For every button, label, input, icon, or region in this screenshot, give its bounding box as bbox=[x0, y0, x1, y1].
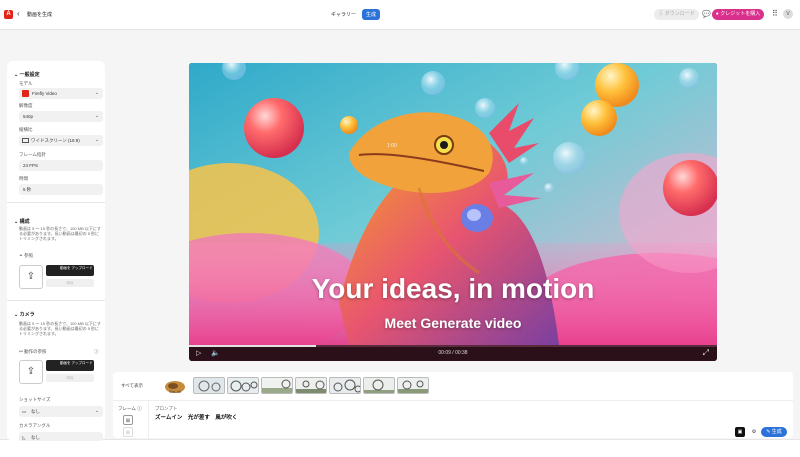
composition-header[interactable]: ⌄ 構成 bbox=[14, 218, 30, 225]
bubble-thumbnail bbox=[262, 378, 292, 393]
progress-track[interactable] bbox=[189, 345, 717, 347]
generate-button[interactable]: ✎ 生成 bbox=[761, 427, 787, 437]
divider bbox=[7, 300, 105, 301]
model-select[interactable]: Firefly Video ⌄ bbox=[19, 88, 103, 99]
upload-icon: ⇪ bbox=[26, 271, 36, 282]
bubble-thumbnail bbox=[364, 378, 394, 393]
settings-icon[interactable]: ⚙ bbox=[749, 427, 759, 437]
divider bbox=[7, 202, 105, 203]
camera-header[interactable]: ⌄ カメラ bbox=[14, 311, 35, 318]
settings-sidebar: ⌄ 一般設定 モデル Firefly Video ⌄ 解像度 540p ⌄ 縦横比 … bbox=[7, 61, 105, 441]
upload-video-button[interactable]: 動画を アップロード bbox=[46, 265, 94, 276]
fps-select[interactable]: 24 FPS bbox=[19, 160, 103, 171]
history-thumb[interactable]: Sm..kll bbox=[159, 377, 191, 394]
prompt-input[interactable]: ズームイン 光が差す 風が吹く bbox=[155, 413, 237, 421]
duration-select[interactable]: 5 秒 bbox=[19, 184, 103, 195]
motion-reference-label: ⚯ 動作の参照 ⓘ bbox=[19, 349, 99, 354]
video-player[interactable]: 1:00 Your ideas, in motion Meet Generate… bbox=[189, 63, 717, 361]
history-thumb[interactable] bbox=[329, 377, 361, 394]
upload-box[interactable]: ⇪ bbox=[19, 360, 43, 384]
prompt-label: プロンプト bbox=[155, 406, 178, 411]
chevron-down-icon: ⌄ bbox=[94, 137, 99, 143]
player-controls: ▷ 🔈 00:09 / 00:38 ⤢ bbox=[189, 345, 717, 361]
reference-label: ⚭ 参照 bbox=[19, 253, 34, 258]
bubble-thumbnail bbox=[398, 378, 428, 393]
fullscreen-icon[interactable]: ⤢ bbox=[703, 348, 709, 358]
mode-switch: ギャラリー 生成 bbox=[327, 9, 381, 20]
shot-size-label: ショットサイズ bbox=[19, 397, 51, 402]
thumb-caption: Sm..kll bbox=[169, 389, 181, 394]
bubble-thumbnail bbox=[228, 378, 258, 393]
aspect-label: 縦横比 bbox=[19, 127, 33, 132]
firefly-icon bbox=[22, 90, 29, 97]
fps-label: フレーム指針 bbox=[19, 152, 46, 157]
general-settings-header[interactable]: ⌄ 一般設定 bbox=[14, 71, 40, 78]
history-thumb[interactable] bbox=[363, 377, 395, 394]
download-button[interactable]: ⇩ ダウンロード bbox=[654, 9, 699, 20]
tab-generate[interactable]: 生成 bbox=[362, 9, 381, 20]
model-label: モデル bbox=[19, 81, 33, 86]
adobe-logo-icon[interactable]: A bbox=[4, 10, 13, 19]
camera-angle-label: カメラアングル bbox=[19, 423, 51, 428]
upload-video-button[interactable]: 動画を アップロード bbox=[46, 360, 94, 371]
aspect-select[interactable]: ワイドスクリーン (16:9) ⌄ bbox=[19, 135, 103, 146]
show-all-link[interactable]: すべて表示 bbox=[121, 383, 143, 389]
info-icon[interactable]: ⓘ bbox=[94, 349, 99, 355]
bubble-thumbnail bbox=[194, 378, 224, 393]
top-bar: A ‹ 動画を生成 ギャラリー 生成 ⇩ ダウンロード 💬 ● クレジットを購入… bbox=[0, 0, 800, 30]
buy-credits-button[interactable]: ● クレジットを購入 bbox=[712, 9, 764, 20]
camera-angle-select[interactable]: ◺ なし bbox=[19, 432, 103, 441]
widescreen-icon bbox=[22, 138, 29, 143]
history-thumb[interactable] bbox=[193, 377, 225, 394]
remove-button[interactable]: 削除 bbox=[46, 374, 94, 382]
bubble-timestamp: 1:00 bbox=[387, 143, 397, 149]
info-icon[interactable]: ⓘ bbox=[136, 406, 142, 411]
chat-icon[interactable]: 💬 bbox=[702, 10, 711, 18]
avatar[interactable]: V bbox=[783, 9, 793, 19]
resolution-select[interactable]: 540p ⌄ bbox=[19, 111, 103, 122]
buy-credits-label: クレジットを購入 bbox=[720, 11, 761, 17]
composition-description: 動画は 5 ～ 15 秒の長さで、100 MB 以下にする必要があります。長い動… bbox=[19, 226, 101, 241]
image-add-icon: ⊞ bbox=[125, 418, 131, 424]
upload-box[interactable]: ⇪ bbox=[19, 265, 43, 289]
time-readout: 00:09 / 00:38 bbox=[438, 350, 468, 356]
bubble-thumbnail bbox=[330, 378, 360, 393]
duration-label: 時間 bbox=[19, 176, 28, 181]
page-title: 動画を生成 bbox=[27, 12, 53, 18]
divider bbox=[148, 401, 149, 439]
history-thumb[interactable] bbox=[227, 377, 259, 394]
bubble-thumbnail bbox=[296, 378, 326, 393]
video-headline: Your ideas, in motion bbox=[311, 273, 595, 304]
style-icon[interactable]: ▣ bbox=[735, 427, 745, 437]
add-frame-button[interactable]: ⊞ bbox=[123, 415, 133, 425]
frame-label: フレーム ⓘ bbox=[118, 406, 142, 411]
add-end-frame-button[interactable]: ⊞ bbox=[123, 427, 133, 437]
chevron-down-icon: ⌄ bbox=[94, 90, 99, 96]
upload-icon: ⇪ bbox=[26, 366, 36, 377]
chevron-left-icon[interactable]: ‹ bbox=[17, 9, 20, 18]
tab-gallery[interactable]: ギャラリー bbox=[327, 9, 360, 20]
chevron-down-icon: ⌄ bbox=[94, 113, 99, 119]
angle-icon: ◺ bbox=[22, 435, 26, 440]
history-strip: すべて表示 Sm..kll bbox=[113, 372, 793, 400]
chevron-down-icon: ⌄ bbox=[94, 408, 99, 414]
download-label: ダウンロード bbox=[664, 11, 695, 17]
shot-size-select[interactable]: ▭ なし ⌄ bbox=[19, 406, 103, 417]
history-thumb[interactable] bbox=[295, 377, 327, 394]
history-thumb[interactable] bbox=[397, 377, 429, 394]
progress-fill bbox=[189, 345, 316, 347]
video-subheadline: Meet Generate video bbox=[384, 315, 522, 331]
history-thumb[interactable] bbox=[261, 377, 293, 394]
video-frame: 1:00 Your ideas, in motion Meet Generate… bbox=[189, 63, 717, 345]
apps-grid-icon[interactable]: ⠿ bbox=[772, 9, 778, 18]
image-add-icon: ⊞ bbox=[125, 430, 131, 436]
camera-icon: ▭ bbox=[22, 409, 27, 414]
prompt-panel: フレーム ⓘ ⊞ ⊞ プロンプト ズームイン 光が差す 風が吹く ▣ ⚙ ✎ 生… bbox=[113, 400, 793, 439]
resolution-label: 解像度 bbox=[19, 103, 33, 108]
camera-description: 動画は 5 ～ 15 秒の長さで、100 MB 以下にする必要があります。長い動… bbox=[19, 321, 101, 336]
remove-button[interactable]: 削除 bbox=[46, 279, 94, 287]
